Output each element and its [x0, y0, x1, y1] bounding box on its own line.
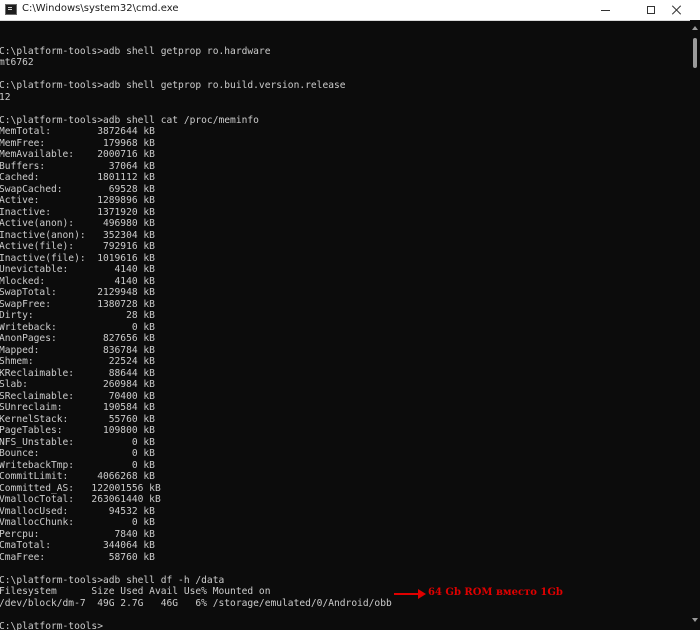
- console-line: /dev/block/dm-7 49G 2.7G 46G 6% /storage…: [0, 597, 392, 609]
- console-line: MemFree: 179968 kB: [0, 137, 155, 149]
- minimize-icon: [600, 9, 610, 11]
- console-line: C:\platform-tools>adb shell getprop ro.b…: [0, 80, 346, 91]
- console-line: WritebackTmp: 0 kB: [0, 459, 155, 471]
- console-line: VmallocChunk: 0 kB: [0, 517, 155, 528]
- console-line: Writeback: 0 kB: [0, 321, 155, 333]
- console-line: Inactive(file): 1019616 kB: [0, 252, 155, 264]
- close-button[interactable]: [654, 0, 700, 20]
- console-line: C:\platform-tools>: [0, 620, 103, 630]
- console-line: Committed_AS: 122001556 kB: [0, 482, 161, 494]
- console-line: VmallocTotal: 263061440 kB: [0, 494, 161, 505]
- console-line: VmallocUsed: 94532 kB: [0, 505, 155, 517]
- console-line: KernelStack: 55760 kB: [0, 413, 155, 425]
- annotation-text: 64 Gb ROM вместо 1Gb: [428, 587, 563, 598]
- console-line: CmaFree: 58760 kB: [0, 551, 155, 563]
- console-line: Cached: 1801112 kB: [0, 172, 155, 183]
- console-line: Slab: 260984 kB: [0, 379, 155, 390]
- cmd-icon: [5, 4, 17, 15]
- console-line: C:\platform-tools>adb shell getprop ro.h…: [0, 45, 271, 57]
- console-line: SwapTotal: 2129948 kB: [0, 287, 155, 298]
- console-line: C:\platform-tools>adb shell cat /proc/me…: [0, 114, 259, 126]
- console-line: SUnreclaim: 190584 kB: [0, 402, 155, 413]
- console-line: Bounce: 0 kB: [0, 448, 155, 459]
- console-line: SwapCached: 69528 kB: [0, 183, 155, 195]
- console-line: MemAvailable: 2000716 kB: [0, 149, 155, 160]
- console-line: Shmem: 22524 kB: [0, 356, 155, 367]
- console-line: NFS_Unstable: 0 kB: [0, 436, 155, 448]
- scroll-down-icon[interactable]: [692, 618, 698, 622]
- console-area[interactable]: C:\platform-tools>adb shell getprop ro.h…: [0, 20, 690, 630]
- console-line: Filesystem Size Used Avail Use% Mounted …: [0, 586, 271, 597]
- console-line: Active(file): 792916 kB: [0, 241, 155, 252]
- console-line: Inactive: 1371920 kB: [0, 206, 155, 218]
- console-line: AnonPages: 827656 kB: [0, 333, 155, 344]
- console-line: mt6762: [0, 57, 34, 68]
- minimize-button[interactable]: [582, 0, 628, 20]
- console-line: KReclaimable: 88644 kB: [0, 367, 155, 379]
- console-line: CmaTotal: 344064 kB: [0, 540, 155, 551]
- annotation-arrow-icon: [418, 589, 426, 599]
- console-line: SReclaimable: 70400 kB: [0, 390, 155, 402]
- console-line: Inactive(anon): 352304 kB: [0, 229, 155, 241]
- console-line: C:\platform-tools>adb shell df -h /data: [0, 574, 225, 586]
- console-line: PageTables: 109800 kB: [0, 425, 155, 436]
- window-title: C:\Windows\system32\cmd.exe: [22, 3, 179, 14]
- console-line: Buffers: 37064 kB: [0, 160, 155, 172]
- vertical-scrollbar[interactable]: [690, 20, 700, 630]
- console-line: Mlocked: 4140 kB: [0, 275, 155, 287]
- close-icon: [672, 5, 682, 15]
- title-bar[interactable]: C:\Windows\system32\cmd.exe: [0, 0, 700, 21]
- console-line: 12: [0, 91, 11, 103]
- console-line: Active(anon): 496980 kB: [0, 218, 155, 229]
- console-line: Unevictable: 4140 kB: [0, 264, 155, 275]
- scroll-thumb[interactable]: [693, 38, 697, 68]
- console-output: C:\platform-tools>adb shell getprop ro.h…: [0, 34, 392, 630]
- console-line: MemTotal: 3872644 kB: [0, 126, 155, 137]
- console-line: CommitLimit: 4066268 kB: [0, 471, 155, 482]
- console-line: Percpu: 7840 kB: [0, 528, 155, 540]
- console-line: Active: 1289896 kB: [0, 195, 155, 206]
- console-line: SwapFree: 1380728 kB: [0, 298, 155, 310]
- console-line: Dirty: 28 kB: [0, 310, 155, 321]
- console-line: Mapped: 836784 kB: [0, 344, 155, 356]
- scroll-up-icon[interactable]: [692, 26, 698, 30]
